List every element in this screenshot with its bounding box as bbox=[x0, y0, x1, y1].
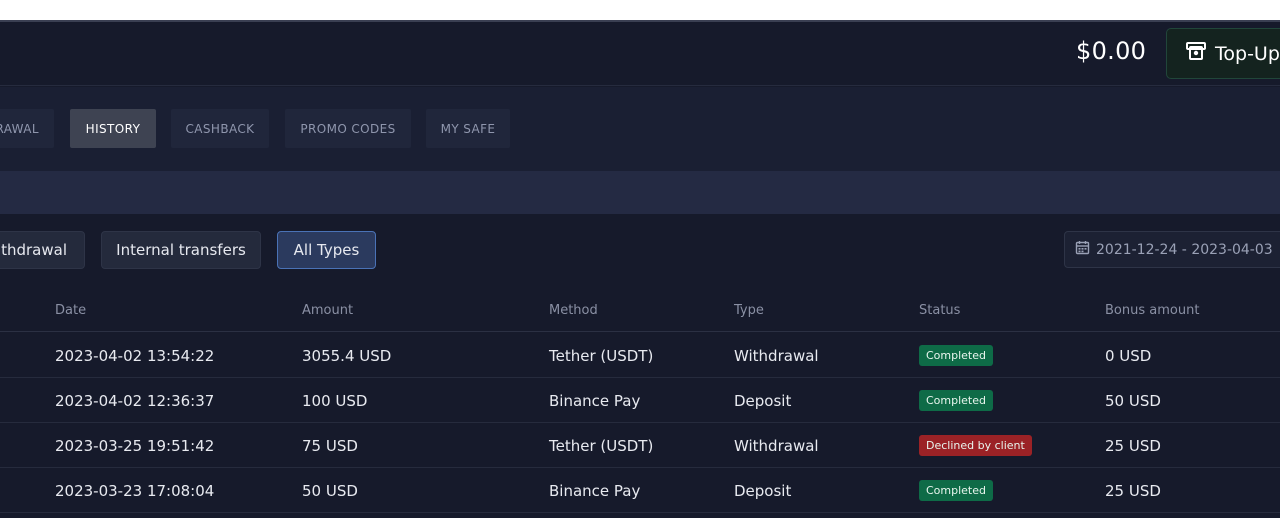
column-header-amount: Amount bbox=[302, 303, 354, 318]
row-type: Deposit bbox=[734, 482, 792, 500]
filter-internal-transfers-label: Internal transfers bbox=[116, 241, 246, 259]
history-filters: Withdrawal Internal transfers All Types … bbox=[0, 214, 1280, 284]
row-method: Tether (USDT) bbox=[549, 347, 654, 365]
balance-amount: $0.00 bbox=[1076, 37, 1147, 65]
row-bonus: 25 USD bbox=[1105, 482, 1161, 500]
wallet-icon bbox=[1185, 40, 1215, 67]
row-bonus: 0 USD bbox=[1105, 347, 1152, 365]
table-row: 2023-03-25 19:51:42 75 USD Tether (USDT)… bbox=[0, 423, 1280, 468]
filter-all-types-button[interactable]: All Types bbox=[277, 231, 376, 269]
section-strip bbox=[0, 171, 1280, 214]
filter-withdrawal-button[interactable]: Withdrawal bbox=[0, 231, 85, 269]
column-header-date: Date bbox=[55, 303, 87, 318]
status-badge: Completed bbox=[919, 480, 993, 501]
column-header-bonus-amount: Bonus amount bbox=[1105, 303, 1200, 318]
status-badge: Completed bbox=[919, 345, 993, 366]
column-header-status: Status bbox=[919, 303, 961, 318]
row-method: Tether (USDT) bbox=[549, 437, 654, 455]
table-row: 2023-04-02 13:54:22 3055.4 USD Tether (U… bbox=[0, 333, 1280, 378]
calendar-icon bbox=[1075, 240, 1096, 259]
tab-promo-codes-label: PROMO CODES bbox=[300, 121, 396, 136]
tab-promo-codes[interactable]: PROMO CODES bbox=[285, 109, 411, 148]
table-row: 2023-04-02 12:36:37 100 USD Binance Pay … bbox=[0, 378, 1280, 423]
row-date: 2023-04-02 12:36:37 bbox=[55, 392, 215, 410]
tab-withdrawal-label: WITHDRAWAL bbox=[0, 121, 39, 136]
row-bonus: 25 USD bbox=[1105, 437, 1161, 455]
row-amount: 75 USD bbox=[302, 437, 358, 455]
top-up-label: Top-Up bbox=[1215, 42, 1280, 65]
row-method: Binance Pay bbox=[549, 392, 641, 410]
row-type: Deposit bbox=[734, 392, 792, 410]
status-badge: Declined by client bbox=[919, 435, 1032, 456]
row-bonus: 50 USD bbox=[1105, 392, 1161, 410]
column-header-method: Method bbox=[549, 303, 598, 318]
table-row: 2023-03-23 17:08:04 50 USD Binance Pay D… bbox=[0, 468, 1280, 513]
column-header-type: Type bbox=[734, 303, 764, 318]
top-up-button[interactable]: Top-Up bbox=[1166, 28, 1280, 79]
tab-history[interactable]: HISTORY bbox=[70, 109, 156, 148]
cashier-tabs: WITHDRAWAL HISTORY CASHBACK PROMO CODES … bbox=[0, 87, 1280, 171]
account-header: $0.00 Top-Up bbox=[0, 22, 1280, 86]
row-type: Withdrawal bbox=[734, 347, 819, 365]
row-amount: 50 USD bbox=[302, 482, 358, 500]
status-badge: Completed bbox=[919, 390, 993, 411]
row-method: Binance Pay bbox=[549, 482, 641, 500]
tab-withdrawal[interactable]: WITHDRAWAL bbox=[0, 109, 54, 148]
filter-all-types-label: All Types bbox=[293, 241, 360, 259]
tab-my-safe-label: MY SAFE bbox=[440, 121, 496, 136]
tab-cashback-label: CASHBACK bbox=[185, 121, 255, 136]
row-date: 2023-04-02 13:54:22 bbox=[55, 347, 215, 365]
row-date: 2023-03-25 19:51:42 bbox=[55, 437, 215, 455]
row-date: 2023-03-23 17:08:04 bbox=[55, 482, 215, 500]
browser-top-area bbox=[0, 0, 1280, 20]
row-amount: 100 USD bbox=[302, 392, 368, 410]
table-header: Date Amount Method Type Status Bonus amo… bbox=[0, 288, 1280, 332]
tab-history-label: HISTORY bbox=[85, 121, 141, 136]
tab-cashback[interactable]: CASHBACK bbox=[171, 109, 269, 148]
filter-withdrawal-label: Withdrawal bbox=[0, 241, 67, 259]
tab-my-safe[interactable]: MY SAFE bbox=[426, 109, 510, 148]
date-range-picker[interactable]: 2021-12-24 - 2023-04-03 bbox=[1064, 231, 1280, 268]
row-amount: 3055.4 USD bbox=[302, 347, 392, 365]
date-range-value: 2021-12-24 - 2023-04-03 bbox=[1096, 241, 1273, 258]
row-type: Withdrawal bbox=[734, 437, 819, 455]
filter-internal-transfers-button[interactable]: Internal transfers bbox=[101, 231, 261, 269]
